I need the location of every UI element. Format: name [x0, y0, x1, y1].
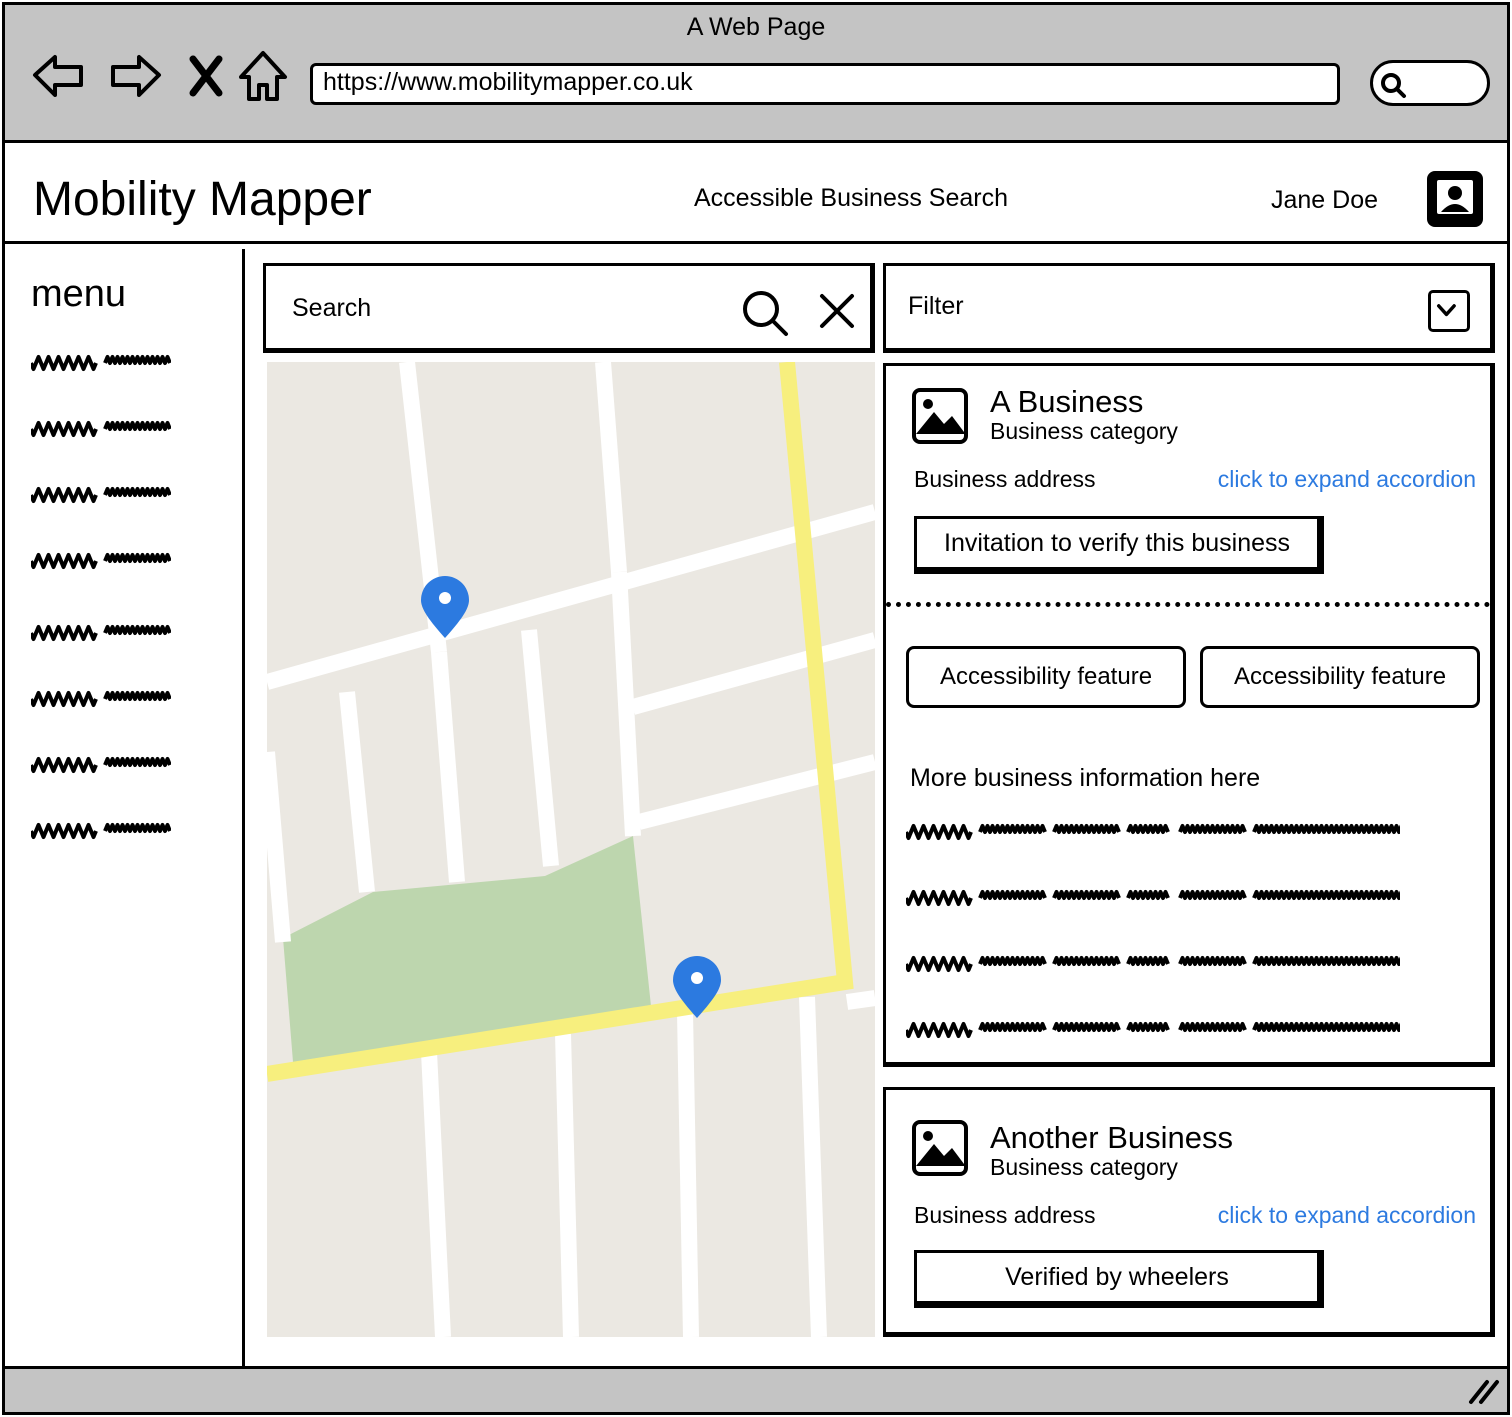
resize-grip-icon[interactable] — [1467, 1376, 1501, 1406]
placeholder-text-line — [904, 888, 1406, 908]
business-category: Business category — [990, 418, 1178, 444]
search-input[interactable]: Search — [263, 263, 875, 353]
business-category: Business category — [990, 1154, 1178, 1180]
verify-business-button[interactable]: Invitation to verify this business — [914, 516, 1324, 574]
placeholder-text-line — [904, 1020, 1406, 1040]
business-name: A Business — [990, 384, 1144, 419]
search-placeholder: Search — [292, 294, 372, 322]
search-icon[interactable] — [740, 288, 790, 338]
sidebar-menu-item[interactable] — [29, 419, 172, 439]
user-name[interactable]: Jane Doe — [1271, 186, 1378, 215]
business-name: Another Business — [990, 1120, 1233, 1155]
sidebar-menu-item[interactable] — [29, 689, 172, 709]
expand-accordion-link[interactable]: click to expand accordion — [1218, 466, 1476, 493]
sidebar-menu-item[interactable] — [29, 755, 172, 775]
sidebar-menu: menu — [5, 249, 245, 1367]
browser-toolbar: A Web Page https://www.mobilitymapper.co… — [5, 5, 1507, 143]
close-icon[interactable] — [177, 47, 237, 107]
image-icon — [912, 1120, 968, 1176]
accessibility-feature-tag[interactable]: Accessibility feature — [906, 646, 1186, 708]
business-card[interactable]: Another Business Business category Busin… — [883, 1087, 1495, 1337]
image-icon — [912, 388, 968, 444]
home-icon[interactable] — [233, 47, 293, 107]
sidebar-menu-item[interactable] — [29, 353, 172, 373]
search-icon — [1381, 73, 1406, 98]
sidebar-menu-item[interactable] — [29, 821, 172, 841]
menu-title: menu — [31, 273, 127, 315]
filter-label: Filter — [908, 292, 964, 320]
status-bar — [5, 1366, 1507, 1412]
browser-search-field[interactable] — [1370, 60, 1490, 106]
divider — [886, 602, 1490, 607]
business-address: Business address — [914, 1202, 1096, 1228]
sidebar-menu-item[interactable] — [29, 551, 172, 571]
url-bar[interactable]: https://www.mobilitymapper.co.uk — [310, 63, 1340, 105]
sidebar-menu-item[interactable] — [29, 485, 172, 505]
business-address: Business address — [914, 466, 1096, 492]
more-info-heading: More business information here — [910, 764, 1261, 792]
clear-icon[interactable] — [818, 292, 856, 330]
forward-arrow-icon[interactable] — [105, 47, 165, 107]
chevron-down-icon[interactable] — [1428, 290, 1470, 332]
back-arrow-icon[interactable] — [29, 47, 89, 107]
filter-dropdown[interactable]: Filter — [883, 263, 1495, 353]
map-view[interactable] — [267, 362, 875, 1337]
placeholder-text-line — [904, 954, 1406, 974]
accessibility-feature-tag[interactable]: Accessibility feature — [1200, 646, 1480, 708]
window-title: A Web Page — [686, 13, 826, 41]
sidebar-menu-item[interactable] — [29, 623, 172, 643]
user-avatar-icon[interactable] — [1426, 170, 1484, 228]
expand-accordion-link[interactable]: click to expand accordion — [1218, 1202, 1476, 1229]
verified-status-button[interactable]: Verified by wheelers — [914, 1250, 1324, 1308]
app-header: Mobility Mapper Accessible Business Sear… — [5, 146, 1507, 244]
placeholder-text-line — [904, 822, 1406, 842]
browser-window: A Web Page https://www.mobilitymapper.co… — [2, 2, 1510, 1415]
business-card[interactable]: A Business Business category Business ad… — [883, 363, 1495, 1067]
